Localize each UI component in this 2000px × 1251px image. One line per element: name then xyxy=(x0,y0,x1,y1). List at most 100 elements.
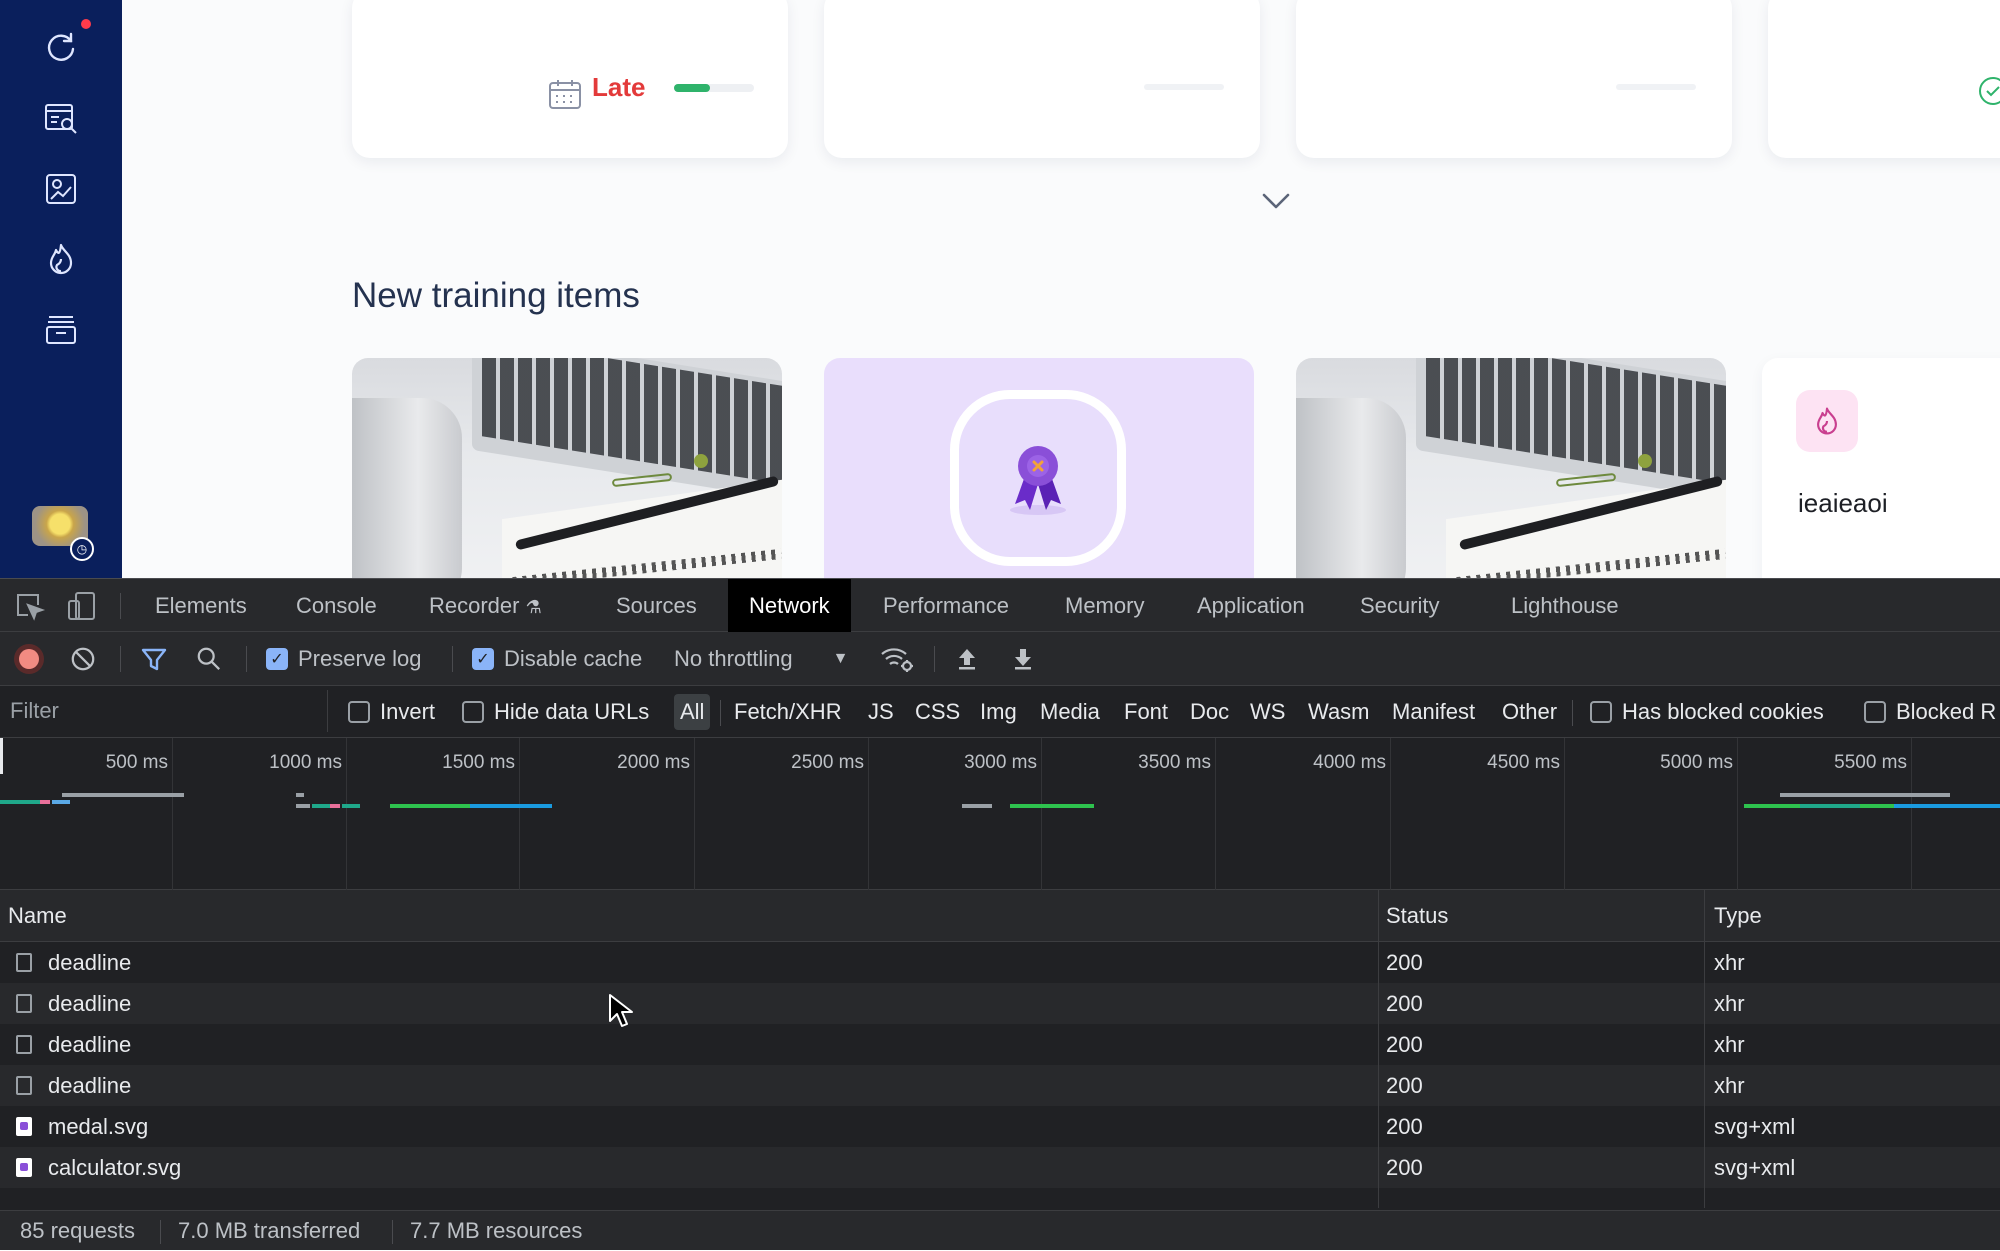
filter-input[interactable] xyxy=(0,690,328,732)
timeline-tick: 500 ms xyxy=(105,752,168,773)
request-status: 200 xyxy=(1386,950,1423,975)
app-viewport: ◷ Late New training items ieaieaoi xyxy=(0,0,2000,578)
resources-size: 7.7 MB resources xyxy=(410,1218,583,1243)
type-filter-doc[interactable]: Doc xyxy=(1184,694,1235,730)
archive-icon xyxy=(46,316,76,344)
type-filter-wasm[interactable]: Wasm xyxy=(1302,694,1376,730)
type-filter-ws[interactable]: WS xyxy=(1244,694,1291,730)
throttling-select[interactable]: No throttling ▼ xyxy=(674,632,848,686)
checkbox-unchecked-icon xyxy=(1590,701,1612,723)
throttling-value: No throttling xyxy=(674,646,793,671)
flask-icon: ⚗ xyxy=(525,597,542,617)
type-filter-css[interactable]: CSS xyxy=(909,694,966,730)
type-filter-font[interactable]: Font xyxy=(1118,694,1174,730)
timeline-tick: 1000 ms xyxy=(269,752,342,773)
tab-application[interactable]: Application xyxy=(1176,579,1326,633)
checkbox-unchecked-icon xyxy=(348,701,370,723)
catalog-search-button[interactable] xyxy=(36,94,86,144)
type-filter-manifest[interactable]: Manifest xyxy=(1386,694,1481,730)
tab-performance[interactable]: Performance xyxy=(862,579,1030,633)
clear-icon xyxy=(71,647,95,671)
request-type: svg+xml xyxy=(1714,1114,1796,1139)
timeline-tick: 2500 ms xyxy=(791,752,864,773)
request-name: deadline xyxy=(48,950,132,975)
type-filter-all[interactable]: All xyxy=(674,694,711,730)
checkbox-unchecked-icon xyxy=(1864,701,1886,723)
hide-data-urls-checkbox[interactable]: Hide data URLs xyxy=(462,686,649,738)
chevron-down-icon[interactable] xyxy=(1260,190,1292,212)
section-title: New training items xyxy=(352,276,640,315)
training-item-card[interactable]: ieaieaoi xyxy=(1762,358,2000,578)
blocked-requests-checkbox[interactable]: Blocked R xyxy=(1864,686,1996,738)
preserve-log-checkbox[interactable]: ✓ Preserve log xyxy=(266,632,422,686)
download-icon xyxy=(1015,649,1031,670)
image-icon xyxy=(16,1158,32,1177)
device-toolbar-icon[interactable] xyxy=(66,591,98,621)
tab-lighthouse[interactable]: Lighthouse xyxy=(1490,579,1640,633)
invert-checkbox[interactable]: Invert xyxy=(348,686,435,738)
training-item-card[interactable] xyxy=(824,358,1254,578)
network-overview-timeline[interactable]: 500 ms 1000 ms 1500 ms 2000 ms 2500 ms 3… xyxy=(0,738,2000,890)
clear-button[interactable] xyxy=(70,632,96,686)
document-icon xyxy=(16,994,32,1013)
table-row[interactable]: deadline 200 xhr xyxy=(0,1065,2000,1106)
tab-security[interactable]: Security xyxy=(1339,579,1460,633)
table-row[interactable]: deadline 200 xhr xyxy=(0,983,2000,1024)
deadline-card[interactable] xyxy=(1768,0,2000,158)
reports-button[interactable] xyxy=(36,164,86,214)
table-row[interactable]: deadline 200 xhr xyxy=(0,1024,2000,1065)
request-type: xhr xyxy=(1714,1073,1745,1098)
request-name: deadline xyxy=(48,1073,132,1098)
import-har-button[interactable] xyxy=(954,632,980,686)
filter-toggle-button[interactable] xyxy=(140,632,168,686)
tab-sources[interactable]: Sources xyxy=(595,579,718,633)
requests-table: Name Status Type deadline 200 xhr deadline 2… xyxy=(0,890,2000,1210)
refresh-button[interactable] xyxy=(36,19,91,72)
column-header-status[interactable]: Status xyxy=(1378,890,1448,942)
tab-recorder[interactable]: Recorder ⚗ xyxy=(408,579,563,633)
training-button[interactable] xyxy=(36,234,86,284)
tab-elements[interactable]: Elements xyxy=(134,579,268,633)
search-button[interactable] xyxy=(196,632,222,686)
network-conditions-button[interactable] xyxy=(880,632,914,686)
tab-console[interactable]: Console xyxy=(275,579,398,633)
checkbox-checked-icon: ✓ xyxy=(472,648,494,670)
record-button[interactable] xyxy=(14,632,44,686)
flame-icon xyxy=(49,243,73,275)
column-header-name[interactable]: Name xyxy=(0,890,67,942)
export-har-button[interactable] xyxy=(1010,632,1036,686)
archive-button[interactable] xyxy=(36,304,86,354)
table-row[interactable]: deadline 200 xhr xyxy=(0,942,2000,983)
deadline-card[interactable]: Late xyxy=(352,0,788,158)
type-filter-media[interactable]: Media xyxy=(1034,694,1106,730)
deadline-card[interactable] xyxy=(1296,0,1732,158)
type-filter-fetch-xhr[interactable]: Fetch/XHR xyxy=(728,694,848,730)
tab-network[interactable]: Network xyxy=(728,579,851,633)
training-item-card[interactable] xyxy=(1296,358,1726,578)
type-filter-other[interactable]: Other xyxy=(1496,694,1563,730)
inspect-element-icon[interactable] xyxy=(14,591,46,621)
image-icon xyxy=(16,1117,32,1136)
timeline-tick: 3500 ms xyxy=(1138,752,1211,773)
deadline-card[interactable] xyxy=(824,0,1260,158)
network-toolbar: ✓ Preserve log ✓ Disable cache No thrott… xyxy=(0,632,2000,686)
sidebar: ◷ xyxy=(0,0,122,578)
disable-cache-checkbox[interactable]: ✓ Disable cache xyxy=(472,632,642,686)
request-name: deadline xyxy=(48,1032,132,1057)
column-header-type[interactable]: Type xyxy=(1706,890,1762,942)
type-filter-img[interactable]: Img xyxy=(974,694,1023,730)
table-row[interactable]: medal.svg 200 svg+xml xyxy=(0,1106,2000,1147)
type-filter-js[interactable]: JS xyxy=(862,694,900,730)
transferred-size: 7.0 MB transferred xyxy=(178,1218,361,1243)
document-icon xyxy=(16,1035,32,1054)
tab-memory[interactable]: Memory xyxy=(1044,579,1165,633)
medal-frame xyxy=(950,390,1126,566)
refresh-icon xyxy=(47,32,75,61)
training-item-card[interactable] xyxy=(352,358,782,578)
network-status-bar: 85 requests 7.0 MB transferred 7.7 MB re… xyxy=(0,1210,2000,1250)
request-type: xhr xyxy=(1714,950,1745,975)
progress-bar xyxy=(674,84,754,92)
has-blocked-cookies-checkbox[interactable]: Has blocked cookies xyxy=(1590,686,1824,738)
record-icon xyxy=(14,644,44,674)
table-row[interactable]: calculator.svg 200 svg+xml xyxy=(0,1147,2000,1188)
